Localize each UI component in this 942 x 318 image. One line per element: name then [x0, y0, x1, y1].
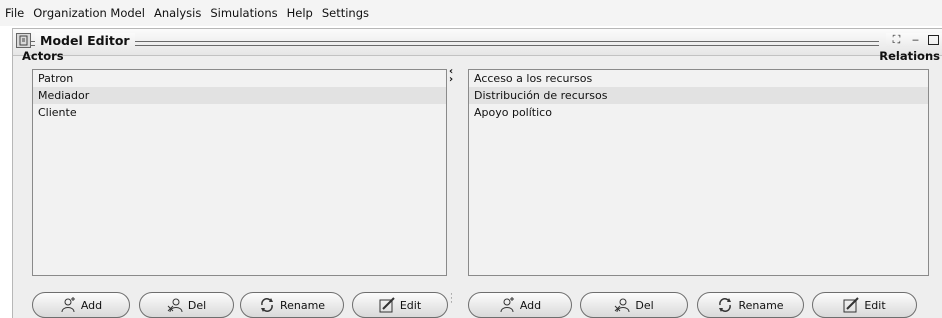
actors-list[interactable]: Patron Mediador Cliente [32, 69, 447, 276]
relations-edit-button[interactable]: Edit [812, 292, 917, 318]
add-label: Add [519, 298, 542, 312]
window-title: Model Editor [35, 33, 135, 48]
list-item[interactable]: Apoyo político [469, 104, 928, 121]
minimize-icon[interactable]: ‒ [909, 33, 922, 47]
rename-arrows-icon [259, 297, 275, 313]
titlebar-stripe [19, 41, 879, 46]
del-label: Del [187, 298, 207, 312]
edit-pencil-icon [379, 297, 395, 313]
menu-settings[interactable]: Settings [322, 6, 369, 20]
actors-rename-button[interactable]: Rename [240, 292, 344, 318]
relations-add-button[interactable]: Add [468, 292, 572, 318]
window-controls: ⛶ ‒ [886, 33, 942, 47]
rename-label: Rename [738, 298, 784, 312]
menu-organization-model[interactable]: Organization Model [33, 6, 145, 20]
add-user-icon [60, 297, 76, 313]
delete-user-icon [167, 297, 183, 313]
menu-bar: File Organization Model Analysis Simulat… [0, 0, 942, 26]
list-item-selected[interactable]: Mediador [33, 87, 446, 104]
rename-label: Rename [279, 298, 326, 312]
edit-pencil-icon [843, 297, 860, 313]
actors-add-button[interactable]: Add [32, 292, 130, 318]
actors-edit-button[interactable]: Edit [352, 292, 448, 318]
app-icon[interactable] [16, 33, 31, 48]
menu-analysis[interactable]: Analysis [154, 6, 201, 20]
menu-file[interactable]: File [5, 6, 24, 20]
rename-arrows-icon [717, 297, 733, 313]
list-item-selected[interactable]: Distribución de recursos [469, 87, 928, 104]
splitter-grip[interactable]: · · · [450, 291, 453, 308]
list-item[interactable]: Acceso a los recursos [469, 70, 928, 87]
menu-help[interactable]: Help [287, 6, 313, 20]
relations-list[interactable]: Acceso a los recursos Distribución de re… [468, 69, 929, 276]
relations-rename-button[interactable]: Rename [697, 292, 804, 318]
list-item[interactable]: Cliente [33, 104, 446, 121]
edit-label: Edit [864, 298, 886, 312]
add-label: Add [80, 298, 103, 312]
restore-icon[interactable]: ⛶ [890, 33, 903, 47]
relations-label: Relations [879, 49, 940, 63]
add-user-icon [499, 297, 515, 313]
actors-del-button[interactable]: Del [139, 292, 234, 318]
menu-simulations[interactable]: Simulations [210, 6, 277, 20]
delete-user-icon [614, 297, 630, 313]
splitter-arrows[interactable]: ‹ › [449, 67, 457, 85]
collapse-right-icon[interactable]: › [449, 75, 457, 85]
relations-del-button[interactable]: Del [580, 292, 688, 318]
maximize-icon[interactable] [928, 35, 939, 45]
list-item[interactable]: Patron [33, 70, 446, 87]
window-titlebar[interactable]: Model Editor ⛶ ‒ [13, 29, 942, 56]
actors-label: Actors [22, 49, 64, 63]
del-label: Del [635, 298, 654, 312]
edit-label: Edit [399, 298, 422, 312]
